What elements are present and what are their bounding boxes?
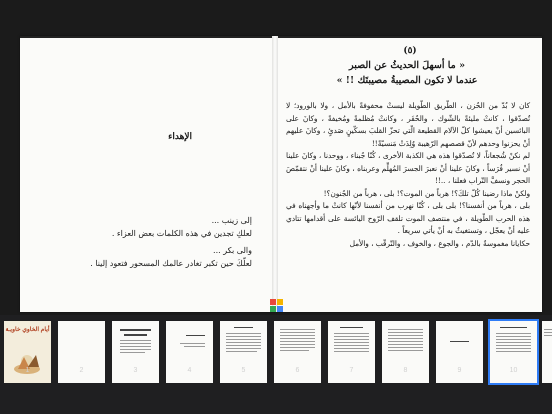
loading-spinner-icon bbox=[270, 299, 283, 312]
dedication-line: إلى زينب ... bbox=[211, 216, 252, 225]
chapter-title-line: « ما أسهلَ الحديثُ عن الصبر bbox=[348, 60, 466, 71]
thumbnail-number: 3 bbox=[133, 367, 138, 374]
dedication-line: والى بكر ... bbox=[213, 246, 252, 255]
thumbnail-number: 5 bbox=[241, 367, 246, 374]
cover-title: أيام الخاوي خاويـة bbox=[5, 327, 50, 333]
paragraph: بلى ، هرباً من أنفسنا؟! بلى بلى ، كُنّا … bbox=[286, 201, 530, 235]
chapter-number: (٥) bbox=[403, 46, 417, 56]
thumbnail-strip[interactable]: أيام الخاوي خاويـة 1 2 3 4 5 6 7 8 9 10 bbox=[0, 315, 552, 414]
thumbnail-number: 10 bbox=[509, 367, 518, 374]
thumbnail-number: 9 bbox=[457, 367, 462, 374]
chapter-title-line: عندما لا تكون المصيبةُ مصيبتَك !! » bbox=[336, 75, 478, 86]
chapter-title: « ما أسهلَ الحديثُ عن الصبر عندما لا تكو… bbox=[292, 58, 522, 88]
paragraph: لم نكنْ شُجعاناً، لا تُصدّقوا هذه هي الك… bbox=[286, 151, 530, 185]
page-spread[interactable]: الإهداء إلى زينب ... لعلكِ تجدين في هذه … bbox=[20, 36, 542, 312]
paragraph: كان لا بُدّ من الحُزن ، الطّريق الطّويلة… bbox=[286, 101, 530, 148]
paragraph: حكايانا مغموسةٌ بالدّم ، والجوع ، والخوف… bbox=[349, 238, 530, 248]
document-viewer: الإهداء إلى زينب ... لعلكِ تجدين في هذه … bbox=[0, 0, 552, 414]
thumbnail-number: 4 bbox=[187, 367, 192, 374]
chapter-body: كان لا بُدّ من الحُزن ، الطّريق الطّويلة… bbox=[286, 100, 530, 250]
thumbnail-number: 7 bbox=[349, 367, 354, 374]
thumbnail-number: 6 bbox=[295, 367, 300, 374]
paragraph: ولكنْ ماذا رضينا كُلّ تلكَ؟! هرباً من ال… bbox=[323, 188, 530, 198]
dedication-line: لعلكِ تجدين في هذه الكلمات بعض العزاء . bbox=[111, 229, 252, 238]
thumbnail-number: 2 bbox=[79, 367, 84, 374]
dedication-title: الإهداء bbox=[168, 132, 192, 142]
dedication-line: لعلّكَ حين تكبر تغادر عالمك المسحور فتعو… bbox=[90, 259, 252, 268]
thumbnail-number: 8 bbox=[403, 367, 408, 374]
thumbnail-page-11[interactable] bbox=[542, 321, 552, 383]
left-page: الإهداء إلى زينب ... لعلكِ تجدين في هذه … bbox=[20, 36, 272, 312]
right-page: (٥) « ما أسهلَ الحديثُ عن الصبر عندما لا… bbox=[278, 36, 542, 312]
thumbnail-number: 1 bbox=[25, 367, 30, 374]
